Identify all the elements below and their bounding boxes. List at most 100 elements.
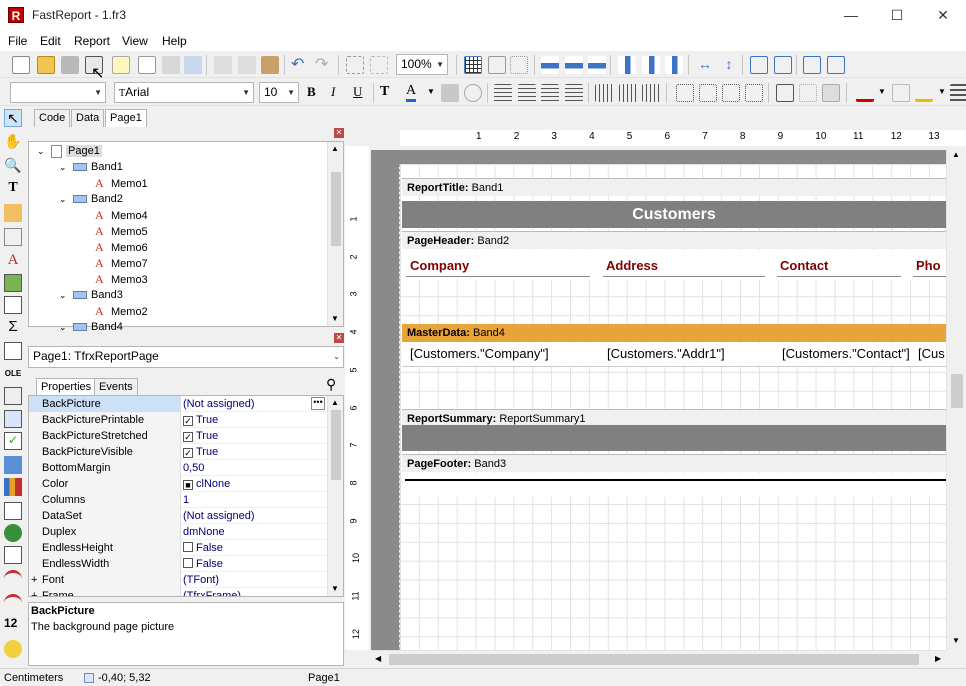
align-bottom-icon[interactable] [665,56,683,74]
units-label[interactable]: Centimeters [4,672,63,684]
chevron-down-icon[interactable]: ⌄ [59,159,73,175]
pageheader-band-header[interactable]: PageHeader: Band2 [402,231,946,249]
tree-item[interactable]: A Memo6 [81,239,148,255]
ellipsis-button[interactable]: ••• [311,397,325,410]
underline-button[interactable]: U [353,84,362,100]
scroll-thumb[interactable] [951,374,963,408]
delete-page-icon[interactable] [162,56,180,74]
tree-item[interactable]: ⌄ Band1 [59,159,123,175]
text-valign-bottom-icon[interactable] [642,84,660,102]
property-row[interactable]: EndlessHeight False [29,540,327,556]
property-value[interactable]: False [183,540,327,556]
chevron-down-icon[interactable]: ⌄ [59,319,73,335]
property-value[interactable]: (Not assigned) ••• [183,396,327,412]
menu-help[interactable]: Help [162,34,187,48]
grid-object-icon[interactable] [4,502,22,520]
new-page-icon[interactable] [112,56,130,74]
color-swatch-icon[interactable]: ■ [183,480,193,490]
italic-button[interactable]: I [331,84,335,100]
center-vert-icon[interactable] [774,56,792,74]
chevron-down-icon[interactable]: ▼ [878,87,886,96]
font-name-combo[interactable]: ƬArial ▼ [114,82,254,103]
maximize-button[interactable]: ☐ [874,0,920,31]
chart-object-icon[interactable] [4,387,22,405]
tree-item[interactable]: A Memo2 [81,303,148,319]
align-to-grid-icon[interactable] [488,56,506,74]
tab-page1[interactable]: Page1 [105,109,147,127]
cross-tab-icon[interactable] [4,546,22,564]
frame-right-icon[interactable] [745,84,763,102]
fill-color-icon[interactable] [856,84,874,102]
menu-edit[interactable]: Edit [40,34,61,48]
scroll-down-icon[interactable]: ▼ [331,314,339,323]
property-value[interactable]: (TFont) [183,572,327,588]
text-align-right-icon[interactable] [541,84,559,102]
text-justify-icon[interactable] [565,84,583,102]
align-left-icon[interactable] [541,56,559,74]
scroll-left-icon[interactable]: ◀ [375,654,381,663]
band-insert-icon[interactable] [4,228,22,246]
frame-top-icon[interactable] [676,84,694,102]
frame-all-icon[interactable] [776,84,794,102]
scroll-thumb[interactable] [331,172,341,246]
copy-icon[interactable] [238,56,256,74]
scroll-up-icon[interactable]: ▲ [331,144,339,153]
same-width-icon[interactable] [803,56,821,74]
property-value[interactable]: dmNone [183,524,327,540]
frame-none-icon[interactable] [799,84,817,102]
close-panel-icon[interactable]: ✕ [334,333,344,343]
expand-icon[interactable]: + [31,588,37,596]
tree-item[interactable]: A Memo1 [81,175,148,191]
chevron-down-icon[interactable]: ▼ [938,87,946,96]
new-report-icon[interactable] [12,56,30,74]
picture-object-icon[interactable] [4,274,22,292]
close-panel-icon[interactable]: ✕ [334,128,344,138]
tab-code[interactable]: Code [34,109,71,127]
sum-object-icon[interactable]: Σ [4,318,22,336]
masterdata-band-header[interactable]: MasterData: Band4 [402,324,946,342]
property-value[interactable]: 1 [183,492,327,508]
property-row[interactable]: DataSet (Not assigned) [29,508,327,524]
text-valign-middle-icon[interactable] [619,84,637,102]
header-company[interactable]: Company [410,258,590,273]
frame-left-icon[interactable] [722,84,740,102]
design-hscrollbar[interactable]: ◀ ▶ [371,650,946,667]
minimize-button[interactable]: — [828,0,874,31]
checkbox-icon[interactable] [183,558,193,568]
font-settings-icon[interactable]: T [380,84,389,100]
chevron-down-icon[interactable]: ⌄ [59,191,73,207]
font-color-icon[interactable]: A [406,83,417,102]
header-phone[interactable]: Pho [916,258,946,273]
property-row[interactable]: + Frame (TfrxFrame) [29,588,327,596]
align-middle-icon[interactable] [642,56,660,74]
header-contact[interactable]: Contact [780,258,900,273]
property-row[interactable]: BackPictureStretched ✓ True [29,428,327,444]
paste-icon[interactable] [261,56,279,74]
menu-view[interactable]: View [122,34,148,48]
tree-item[interactable]: A Memo4 [81,207,148,223]
expand-icon[interactable]: + [31,572,37,588]
space-vert-icon[interactable]: ↕ [720,56,738,74]
pagefooter-band-header[interactable]: PageFooter: Band3 [402,454,946,472]
property-row[interactable]: + Font (TFont) [29,572,327,588]
zoom-tool-icon[interactable]: 🔍 [4,157,22,175]
cut-icon[interactable] [214,56,232,74]
misc-object-icon[interactable] [4,640,22,658]
align-center-icon[interactable] [565,56,583,74]
ungroup-icon[interactable] [370,56,388,74]
field-phone[interactable]: [Cus [918,346,946,361]
page-settings-icon[interactable] [184,56,202,74]
text-align-center-icon[interactable] [518,84,536,102]
property-value[interactable]: False [183,556,327,572]
gauge2-icon[interactable] [4,594,22,612]
scroll-down-icon[interactable]: ▼ [331,584,339,593]
scroll-up-icon[interactable]: ▲ [952,150,960,159]
map-object-icon[interactable] [4,524,22,542]
text-object-icon[interactable]: A [4,252,22,270]
tab-events[interactable]: Events [94,378,138,396]
property-value[interactable]: ✓ True [183,428,327,444]
property-row[interactable]: BackPicturePrintable ✓ True [29,412,327,428]
tree-item[interactable]: ⌄ Page1 [37,143,102,159]
text-align-left-icon[interactable] [494,84,512,102]
highlight-icon[interactable] [441,84,459,102]
